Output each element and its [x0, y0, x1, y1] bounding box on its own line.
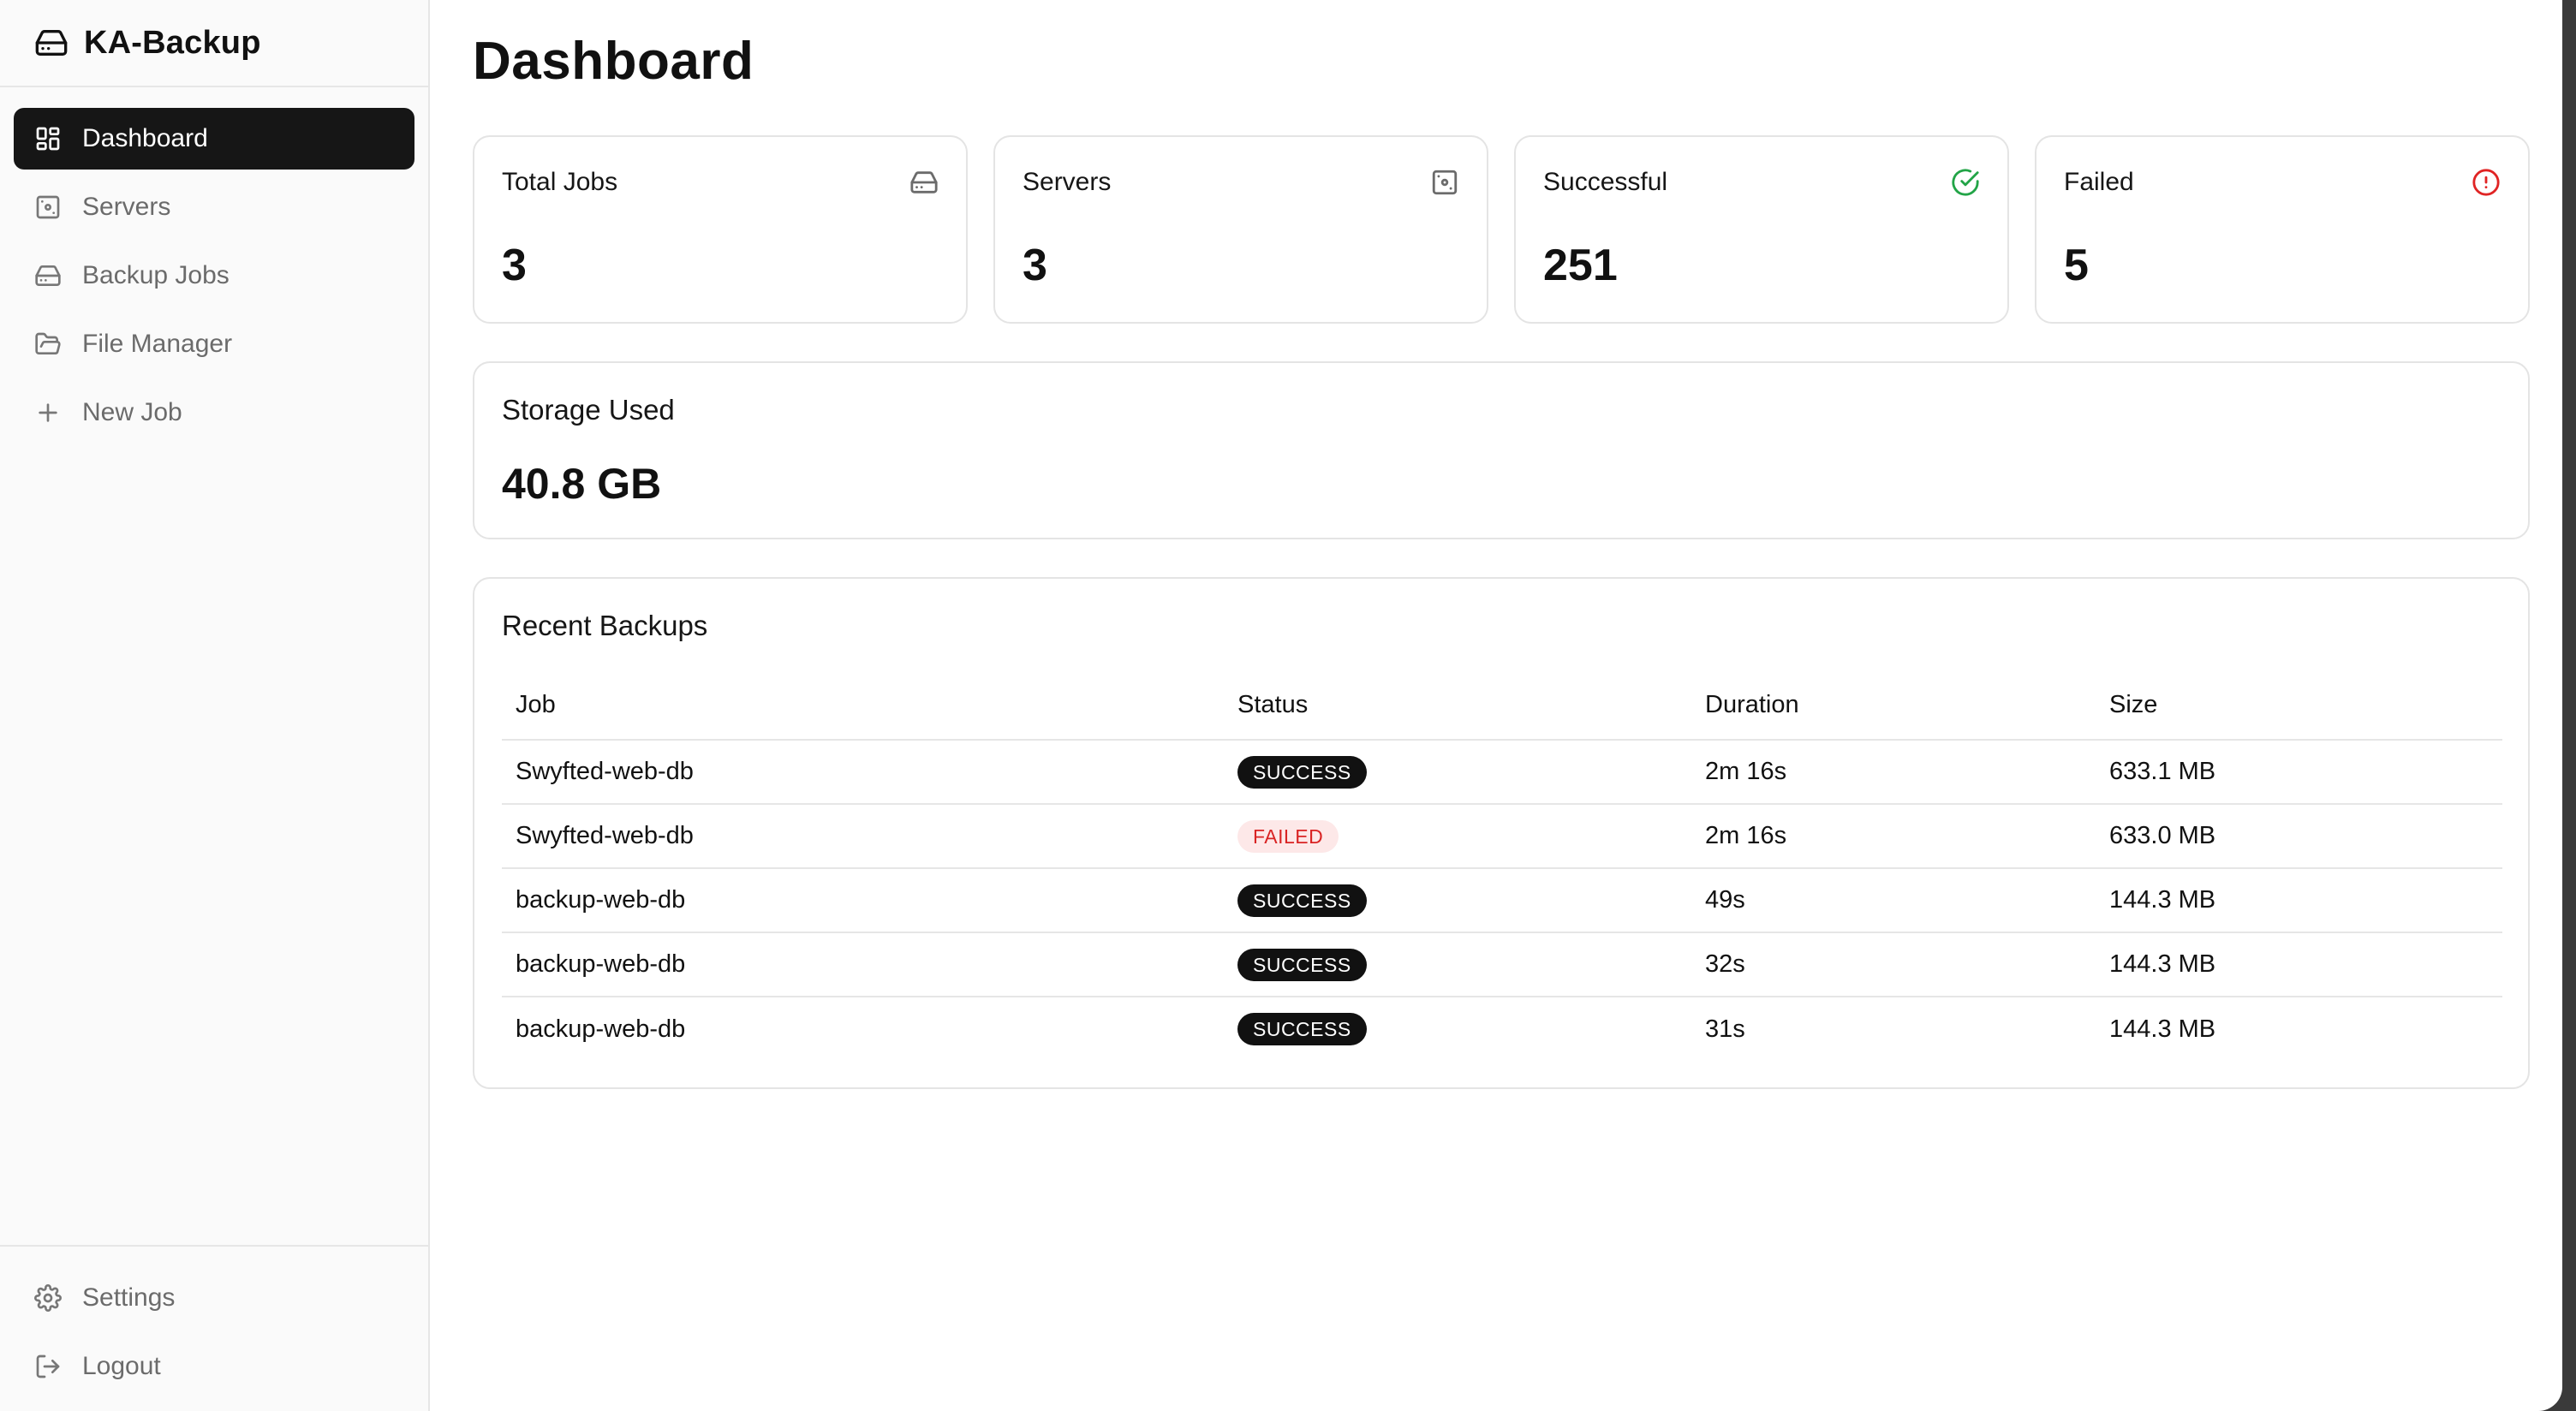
size-cell: 633.0 MB — [2096, 804, 2502, 869]
duration-cell: 32s — [1691, 932, 2096, 997]
stat-card-total-jobs: Total Jobs 3 — [473, 135, 968, 324]
stat-value: 5 — [2064, 241, 2089, 290]
status-badge: SUCCESS — [1237, 755, 1367, 789]
brand[interactable]: KA-Backup — [0, 0, 428, 87]
hard-drive-icon — [909, 168, 939, 197]
status-cell: FAILED — [1224, 804, 1691, 869]
sidebar-item-dashboard[interactable]: Dashboard — [14, 108, 414, 170]
sidebar-item-settings[interactable]: Settings — [14, 1267, 414, 1329]
table-row[interactable]: backup-web-db SUCCESS 49s 144.3 MB — [502, 868, 2502, 933]
job-cell: Swyfted-web-db — [502, 804, 1224, 869]
stat-value: 3 — [1023, 241, 1047, 290]
duration-cell: 2m 16s — [1691, 804, 2096, 869]
server-icon — [1430, 168, 1459, 197]
hard-drive-icon — [34, 26, 69, 60]
app-window: KA-Backup Dashboard Servers Backup Jobs … — [0, 0, 2562, 1411]
stat-card-servers: Servers 3 — [993, 135, 1488, 324]
column-header-duration: Duration — [1691, 671, 2096, 741]
sidebar-item-label: Dashboard — [82, 124, 208, 152]
table-row[interactable]: Swyfted-web-db SUCCESS 2m 16s 633.1 MB — [502, 740, 2502, 805]
stat-card-successful: Successful 251 — [1514, 135, 2009, 324]
sidebar: KA-Backup Dashboard Servers Backup Jobs … — [0, 0, 430, 1411]
sidebar-item-label: New Job — [82, 398, 182, 426]
duration-cell: 49s — [1691, 868, 2096, 933]
stat-label: Successful — [1543, 168, 1668, 196]
size-cell: 144.3 MB — [2096, 932, 2502, 997]
check-circle-icon — [1951, 168, 1980, 197]
storage-label: Storage Used — [502, 394, 675, 426]
gear-icon — [34, 1284, 62, 1312]
recent-backups-card: Recent Backups Job Status Duration Size … — [473, 577, 2530, 1089]
recent-backups-title: Recent Backups — [502, 610, 708, 641]
sidebar-item-backup-jobs[interactable]: Backup Jobs — [14, 245, 414, 307]
sidebar-item-logout[interactable]: Logout — [14, 1336, 414, 1397]
column-header-job: Job — [502, 671, 1224, 741]
sidebar-item-servers[interactable]: Servers — [14, 176, 414, 238]
sidebar-footer: Settings Logout — [0, 1245, 428, 1411]
app-title: KA-Backup — [84, 24, 261, 61]
stat-label: Failed — [2064, 168, 2134, 196]
dashboard-grid-icon — [34, 125, 62, 152]
stat-value: 3 — [502, 241, 527, 290]
stat-label: Servers — [1023, 168, 1112, 196]
sidebar-item-label: Servers — [82, 193, 171, 221]
server-icon — [34, 193, 62, 221]
table-row[interactable]: Swyfted-web-db FAILED 2m 16s 633.0 MB — [502, 804, 2502, 869]
sidebar-item-label: File Manager — [82, 330, 233, 358]
job-cell: Swyfted-web-db — [502, 740, 1224, 805]
duration-cell: 31s — [1705, 1015, 1745, 1043]
sidebar-item-file-manager[interactable]: File Manager — [14, 313, 414, 375]
sidebar-nav: Dashboard Servers Backup Jobs File Manag… — [0, 87, 428, 444]
alert-circle-icon — [2472, 168, 2501, 197]
column-header-status: Status — [1224, 671, 1691, 741]
recent-backups-table: Job Status Duration Size Swyfted-web-db … — [502, 671, 2502, 1061]
sidebar-item-new-job[interactable]: New Job — [14, 382, 414, 444]
status-badge: FAILED — [1237, 819, 1339, 853]
job-cell: backup-web-db — [502, 932, 1224, 997]
status-badge: SUCCESS — [1237, 884, 1367, 917]
stat-cards: Total Jobs 3 Servers 3 Successful 251 Fa… — [473, 135, 2530, 324]
status-badge: SUCCESS — [1237, 1013, 1367, 1045]
plus-icon — [34, 399, 62, 426]
hard-drive-icon — [34, 262, 62, 289]
job-cell: backup-web-db — [502, 868, 1224, 933]
sidebar-item-label: Backup Jobs — [82, 261, 230, 289]
table-row[interactable]: backup-web-db SUCCESS 31s 144.3 MB — [502, 997, 2502, 1061]
storage-value: 40.8 GB — [502, 460, 662, 508]
stat-label: Total Jobs — [502, 168, 618, 196]
size-cell: 144.3 MB — [2096, 868, 2502, 933]
status-cell: SUCCESS — [1224, 997, 1691, 1061]
stat-card-failed: Failed 5 — [2035, 135, 2530, 324]
table-header-row: Job Status Duration Size — [502, 671, 2502, 741]
storage-card: Storage Used 40.8 GB — [473, 361, 2530, 539]
size-cell: 144.3 MB — [2109, 1015, 2216, 1043]
job-cell: backup-web-db — [516, 1015, 686, 1043]
column-header-size: Size — [2096, 671, 2502, 741]
duration-cell: 2m 16s — [1691, 740, 2096, 805]
status-cell: SUCCESS — [1224, 740, 1691, 805]
folder-open-icon — [34, 330, 62, 358]
status-cell: SUCCESS — [1224, 868, 1691, 933]
page-title: Dashboard — [473, 32, 754, 91]
status-cell: SUCCESS — [1224, 932, 1691, 997]
stat-value: 251 — [1543, 241, 1618, 290]
size-cell: 633.1 MB — [2096, 740, 2502, 805]
status-badge: SUCCESS — [1237, 948, 1367, 981]
table-row[interactable]: backup-web-db SUCCESS 32s 144.3 MB — [502, 932, 2502, 997]
sidebar-item-label: Settings — [82, 1283, 176, 1312]
sidebar-item-label: Logout — [82, 1352, 161, 1380]
logout-icon — [34, 1353, 62, 1380]
